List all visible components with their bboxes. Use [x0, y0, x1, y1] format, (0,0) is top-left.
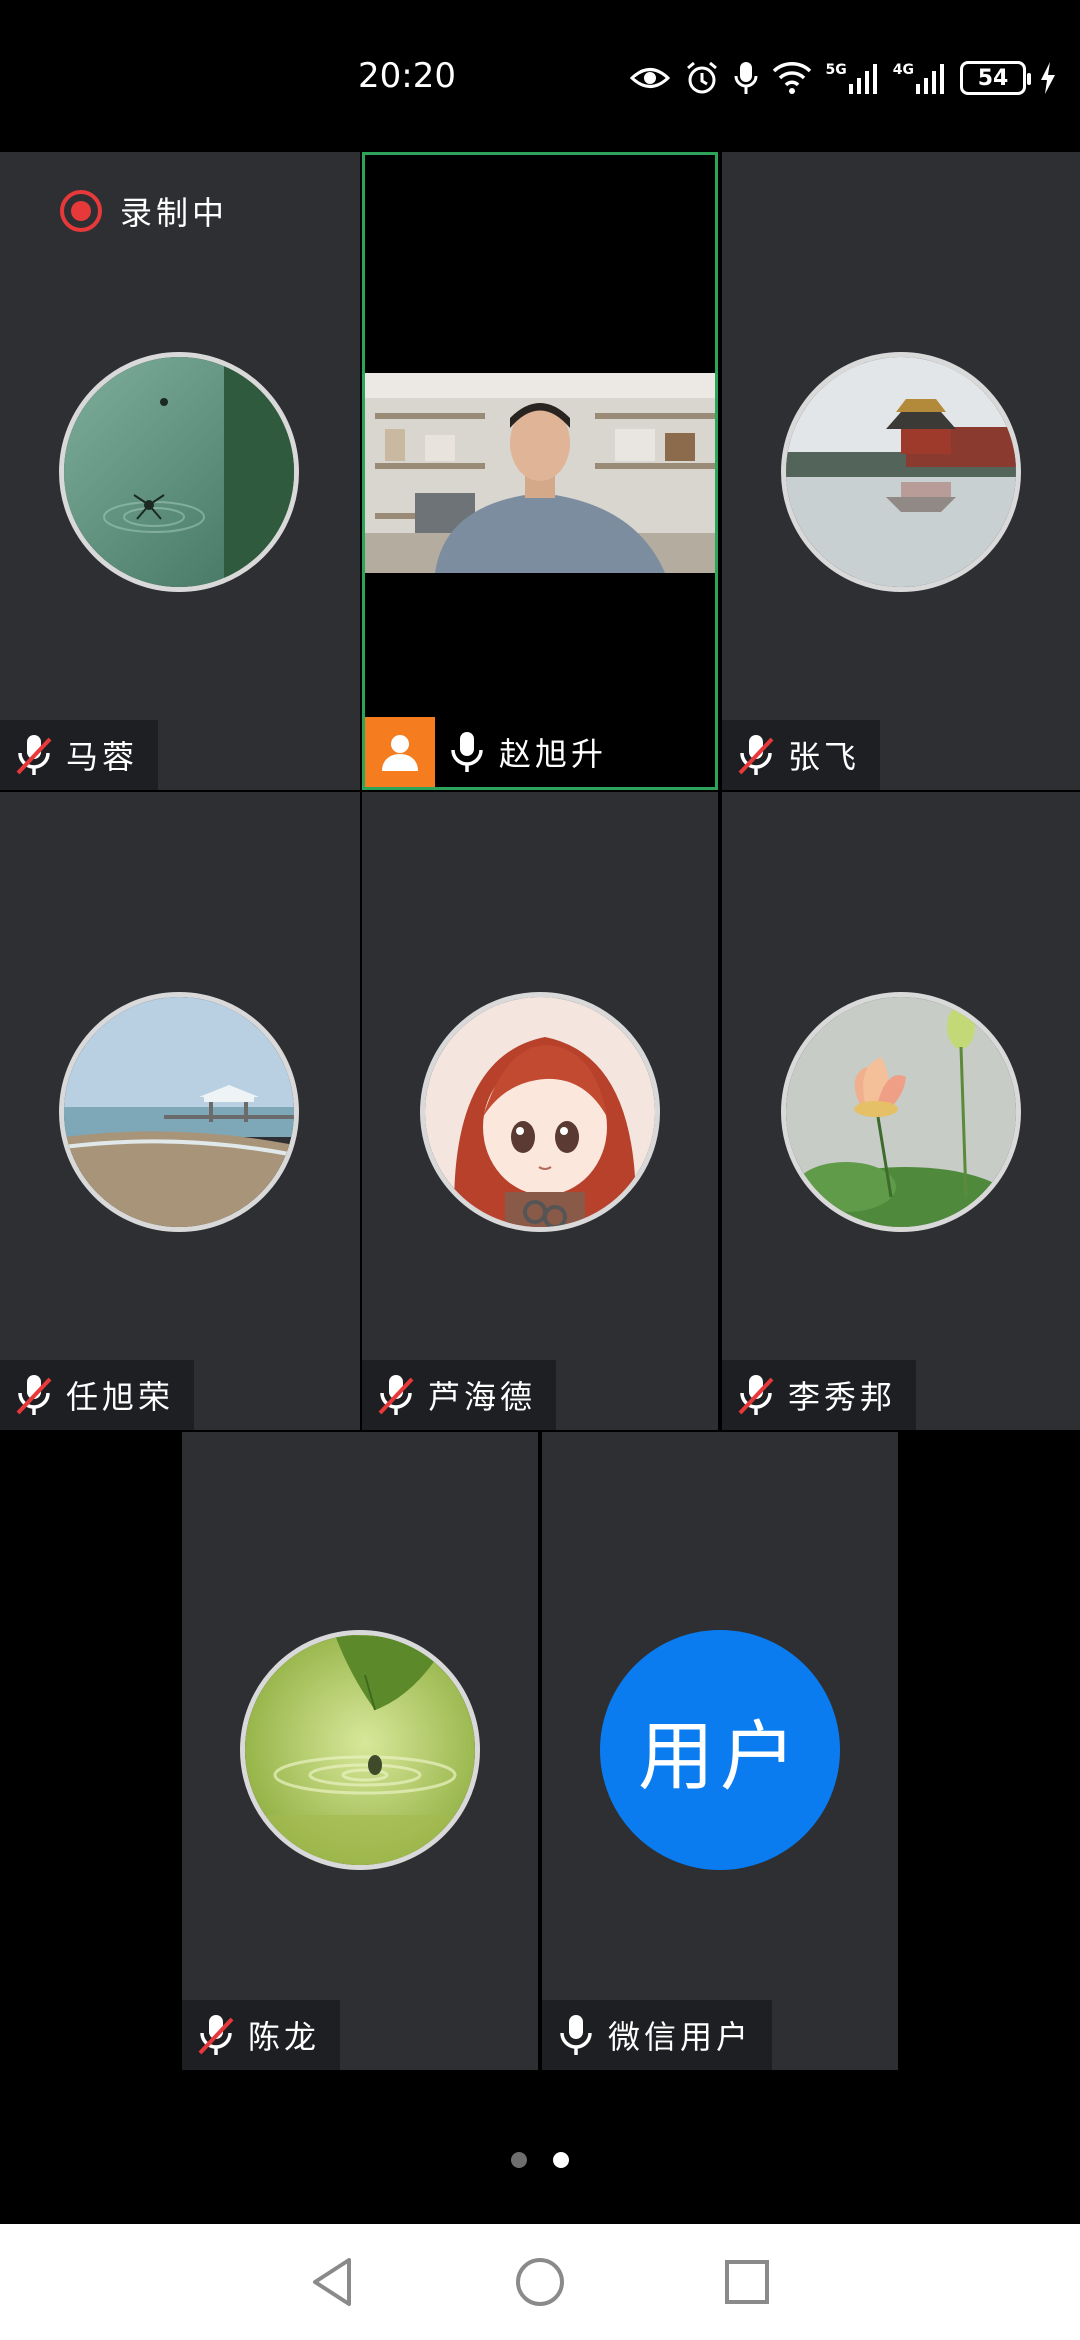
- participant-name: 赵旭升: [499, 735, 608, 773]
- participant-name-tag: 李秀邦: [722, 1360, 917, 1430]
- network-5g-label: 5G: [825, 62, 847, 78]
- participant-name-tag: 张飞: [722, 720, 881, 790]
- page-dot-1[interactable]: [511, 2152, 527, 2168]
- host-badge: [365, 717, 435, 787]
- recording-indicator: 录制中: [60, 188, 228, 234]
- participant-tile-5[interactable]: 芦海德: [362, 792, 718, 1430]
- participant-name-tag: 赵旭升: [365, 717, 628, 787]
- signal-5g-icon: 5G: [826, 62, 879, 94]
- page-indicator: [0, 2152, 1080, 2168]
- participant-avatar: [781, 352, 1021, 592]
- charging-icon: [1041, 62, 1055, 94]
- host-person-icon: [382, 735, 418, 771]
- status-bar: 20:20 5G 4G 54: [0, 0, 1080, 150]
- participant-name: 微信用户: [608, 2018, 753, 2056]
- home-icon[interactable]: [514, 2256, 566, 2308]
- signal-4g-icon: 4G: [893, 62, 946, 94]
- mic-muted-icon: [16, 735, 52, 775]
- participant-avatar: [420, 992, 660, 1232]
- back-icon[interactable]: [309, 2256, 357, 2308]
- participant-name: 李秀邦: [788, 1378, 897, 1416]
- mic-muted-icon: [738, 735, 774, 775]
- mic-status-icon: [734, 62, 758, 94]
- participant-name: 马蓉: [66, 738, 139, 776]
- participant-name: 任旭荣: [66, 1378, 175, 1416]
- participant-tile-4[interactable]: 任旭荣: [0, 792, 360, 1430]
- participant-tile-7[interactable]: 陈龙: [182, 1432, 538, 2070]
- participant-name-tag: 微信用户: [542, 2000, 773, 2070]
- participant-avatar: [59, 352, 299, 592]
- mic-muted-icon: [198, 2015, 234, 2055]
- participant-name-tag: 任旭荣: [0, 1360, 195, 1430]
- battery-icon: 54: [960, 61, 1031, 95]
- alarm-icon: [686, 61, 717, 94]
- participant-name-tag: 芦海德: [362, 1360, 557, 1430]
- participant-tile-1[interactable]: 录制中 马蓉: [0, 152, 360, 790]
- status-icons: 5G 4G 54: [629, 56, 1056, 100]
- participant-video: [365, 373, 715, 573]
- recents-icon[interactable]: [723, 2258, 771, 2306]
- participant-name: 芦海德: [428, 1378, 537, 1416]
- mic-muted-icon: [378, 1375, 414, 1415]
- participant-name: 张飞: [788, 738, 861, 776]
- default-user-avatar: 用户: [600, 1630, 840, 1870]
- participant-tile-2[interactable]: 赵旭升: [362, 152, 718, 790]
- participant-name-tag: 马蓉: [0, 720, 159, 790]
- participant-avatar: [781, 992, 1021, 1232]
- mic-muted-icon: [16, 1375, 52, 1415]
- avatar-initials: 用户: [638, 1712, 802, 1801]
- record-icon: [60, 190, 102, 232]
- participant-avatar: [240, 1630, 480, 1870]
- mic-icon: [560, 2015, 592, 2055]
- participant-name-tag: 陈龙: [182, 2000, 341, 2070]
- recording-label: 录制中: [120, 194, 229, 232]
- status-time: 20:20: [358, 56, 456, 96]
- participant-name: 陈龙: [248, 2018, 321, 2056]
- participant-tile-6[interactable]: 李秀邦: [722, 792, 1080, 1430]
- participant-avatar: [59, 992, 299, 1232]
- participant-tile-8[interactable]: 用户 微信用户: [542, 1432, 898, 2070]
- system-nav-bar: [0, 2224, 1080, 2340]
- battery-level: 54: [977, 65, 1009, 91]
- participant-tile-3[interactable]: 张飞: [722, 152, 1080, 790]
- page-dot-2[interactable]: [553, 2152, 569, 2168]
- mic-icon: [451, 732, 483, 772]
- eye-icon: [629, 68, 670, 88]
- mic-muted-icon: [738, 1375, 774, 1415]
- network-4g-label: 4G: [892, 62, 914, 78]
- wifi-icon: [772, 62, 811, 94]
